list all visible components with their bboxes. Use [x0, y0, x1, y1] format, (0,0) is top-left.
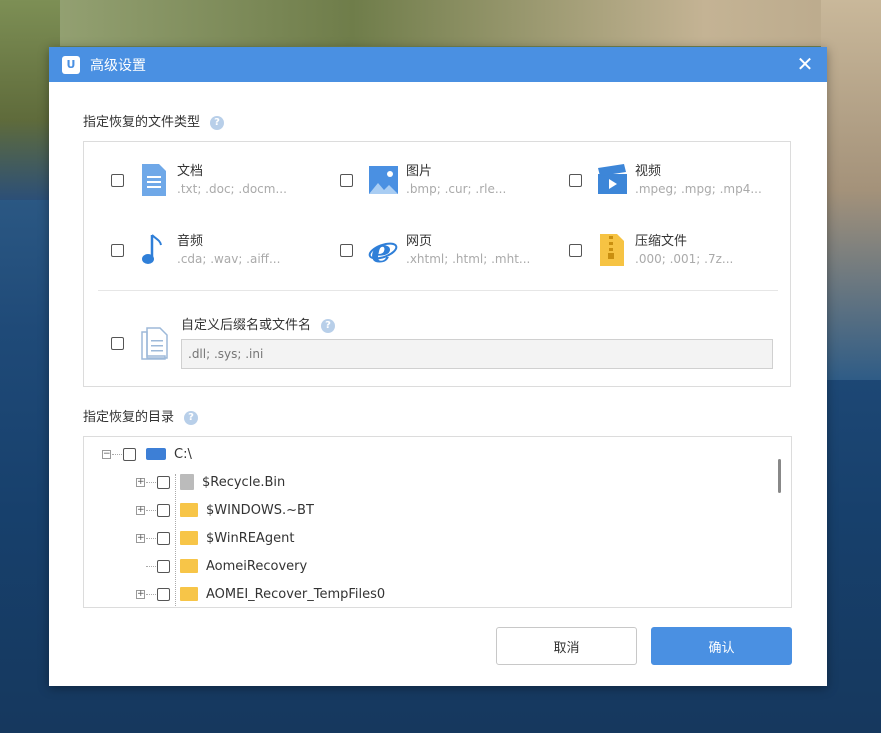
document-type-ext: .txt; .doc; .docm... [177, 182, 287, 196]
webpage-checkbox[interactable] [340, 244, 353, 257]
archive-type-ext: .000; .001; .7z... [635, 252, 734, 266]
tree-connector [146, 537, 156, 539]
custom-file-icon [141, 327, 168, 360]
tree-row-label: $WinREAgent [206, 530, 295, 546]
tree-row-checkbox[interactable] [157, 475, 170, 489]
tree-row-label: AomeiRecovery [206, 558, 308, 574]
confirm-button[interactable]: 确认 [651, 627, 792, 665]
document-checkbox[interactable] [111, 174, 124, 187]
zip-icon [600, 234, 624, 266]
tree-row-checkbox[interactable] [157, 559, 170, 573]
image-checkbox[interactable] [340, 174, 353, 187]
image-icon [369, 166, 398, 194]
file-types-label: 指定恢复的文件类型? [83, 111, 225, 130]
app-logo-icon: U [62, 55, 80, 74]
recycle-bin-icon [180, 474, 194, 490]
type-item-audio[interactable]: 音频 .cda; .wav; .aiff... [111, 230, 331, 276]
music-icon [142, 234, 162, 264]
custom-extension-checkbox[interactable] [111, 337, 124, 350]
tree-connector [146, 565, 156, 567]
drive-icon [146, 448, 166, 460]
tree-row[interactable]: + $Recycle.Bin [136, 470, 285, 494]
directory-label: 指定恢复的目录? [83, 406, 199, 425]
custom-extension-input[interactable] [181, 339, 773, 369]
folder-icon [180, 503, 198, 517]
file-types-box: 文档 .txt; .doc; .docm... 图片 .bmp; .cur; .… [83, 141, 791, 387]
file-types-label-text: 指定恢复的文件类型 [83, 115, 201, 130]
tree-row-checkbox[interactable] [157, 531, 170, 545]
type-item-document[interactable]: 文档 .txt; .doc; .docm... [111, 160, 331, 206]
tree-connector [146, 509, 156, 511]
document-type-name: 文档 [177, 164, 204, 179]
type-item-image[interactable]: 图片 .bmp; .cur; .rle... [340, 160, 560, 206]
audio-type-name: 音频 [177, 234, 204, 249]
desktop-wallpaper-right [821, 0, 881, 380]
webpage-type-ext: .xhtml; .html; .mht... [406, 252, 531, 266]
tree-row[interactable]: + $WINDOWS.~BT [136, 498, 314, 522]
archive-checkbox[interactable] [569, 244, 582, 257]
tree-connector [146, 481, 156, 483]
help-icon[interactable]: ? [210, 116, 225, 130]
custom-extension-label-text: 自定义后缀名或文件名 [181, 318, 312, 333]
tree-root-label: C:\ [174, 446, 192, 462]
dialog-title: 高级设置 [90, 57, 146, 74]
help-icon[interactable]: ? [321, 319, 336, 333]
document-icon [142, 164, 166, 196]
advanced-settings-dialog: U 高级设置 ✕ 指定恢复的文件类型? 文档 .txt; .doc; .docm… [49, 47, 827, 686]
video-icon [598, 164, 627, 194]
tree-row-checkbox[interactable] [157, 503, 170, 517]
directory-tree: − C:\ + $Recycle.Bin + $WINDOWS.~BT + $W… [83, 436, 792, 608]
tree-row[interactable]: AomeiRecovery [136, 554, 307, 578]
tree-connector [146, 593, 156, 595]
tree-root-row[interactable]: − C:\ [102, 442, 192, 466]
tree-row-label: AOMEI_Recover_TempFiles0 [206, 586, 386, 602]
expand-icon[interactable]: + [136, 505, 145, 515]
help-icon[interactable]: ? [184, 411, 199, 425]
tree-row-checkbox[interactable] [157, 587, 170, 601]
close-button[interactable]: ✕ [795, 54, 815, 74]
tree-row[interactable]: + $WinREAgent [136, 526, 294, 550]
expand-icon[interactable]: + [136, 533, 145, 543]
collapse-icon[interactable]: − [102, 449, 111, 459]
expand-icon[interactable]: + [136, 477, 145, 487]
type-item-webpage[interactable]: e 网页 .xhtml; .html; .mht... [340, 230, 560, 276]
webpage-type-name: 网页 [406, 234, 433, 249]
desktop-wallpaper-top [0, 0, 881, 46]
types-divider [98, 290, 778, 291]
custom-extension-label: 自定义后缀名或文件名? [181, 314, 336, 333]
cancel-button[interactable]: 取消 [496, 627, 637, 665]
tree-row[interactable]: + AOMEI_Recover_TempFiles0 [136, 582, 385, 606]
video-type-name: 视频 [635, 164, 662, 179]
video-type-ext: .mpeg; .mpg; .mp4... [635, 182, 762, 196]
tree-scrollbar[interactable] [778, 459, 781, 493]
browser-icon: e [368, 232, 398, 268]
folder-icon [180, 587, 198, 601]
image-type-name: 图片 [406, 164, 433, 179]
video-checkbox[interactable] [569, 174, 582, 187]
archive-type-name: 压缩文件 [635, 234, 688, 249]
expand-icon[interactable]: + [136, 589, 145, 599]
root-checkbox[interactable] [123, 447, 136, 461]
tree-row-label: $WINDOWS.~BT [206, 502, 314, 518]
audio-checkbox[interactable] [111, 244, 124, 257]
audio-type-ext: .cda; .wav; .aiff... [177, 252, 281, 266]
folder-icon [180, 559, 198, 573]
type-item-archive[interactable]: 压缩文件 .000; .001; .7z... [569, 230, 789, 276]
dialog-titlebar: U 高级设置 ✕ [49, 47, 827, 82]
tree-connector [112, 453, 122, 455]
folder-icon [180, 531, 198, 545]
tree-row-label: $Recycle.Bin [202, 474, 286, 490]
type-item-video[interactable]: 视频 .mpeg; .mpg; .mp4... [569, 160, 789, 206]
directory-label-text: 指定恢复的目录 [83, 410, 175, 425]
image-type-ext: .bmp; .cur; .rle... [406, 182, 507, 196]
